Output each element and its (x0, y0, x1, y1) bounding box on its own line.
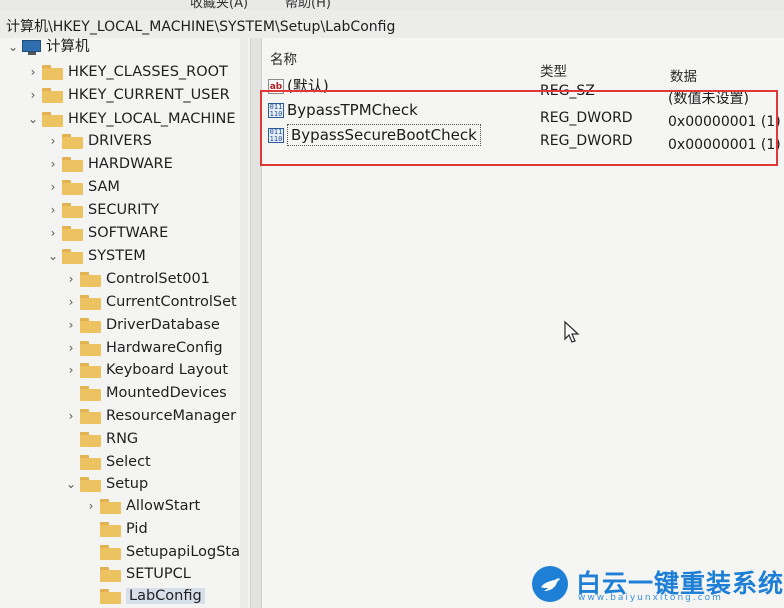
tree-node-keyboardlayout[interactable]: › Keyboard Layout (64, 359, 228, 381)
tree-node-resourcemanager[interactable]: › ResourceManager (64, 405, 236, 427)
chevron-right-icon[interactable]: › (46, 199, 60, 221)
folder-icon (100, 588, 122, 604)
folder-icon (80, 271, 102, 287)
chevron-right-icon[interactable]: › (64, 314, 78, 336)
address-bar[interactable]: 计算机\HKEY_LOCAL_MACHINE\SYSTEM\Setup\LabC… (0, 10, 784, 39)
tree-node-currentcontrolset[interactable]: › CurrentControlSet (64, 291, 237, 313)
mouse-cursor-icon (563, 320, 581, 348)
tree-node-hardwareconfig[interactable]: › HardwareConfig (64, 337, 223, 359)
tree-node-rng[interactable]: RNG (64, 428, 138, 450)
address-path[interactable]: 计算机\HKEY_LOCAL_MACHINE\SYSTEM\Setup\LabC… (6, 16, 395, 36)
chevron-right-icon[interactable]: › (64, 405, 78, 427)
folder-icon (62, 248, 84, 264)
chevron-right-icon[interactable]: › (26, 61, 40, 83)
folder-icon (62, 179, 84, 195)
menu-bar: 收藏夹(A) 帮助(H) (0, 0, 784, 10)
tree-node-hkcu[interactable]: › HKEY_CURRENT_USER (26, 84, 230, 106)
chevron-right-icon[interactable]: › (64, 268, 78, 290)
chevron-down-icon[interactable]: ⌄ (46, 245, 60, 267)
folder-icon (80, 317, 102, 333)
computer-icon (22, 39, 42, 55)
folder-icon (62, 225, 84, 241)
tree-scrollbar[interactable] (240, 38, 248, 608)
menu-favorites[interactable]: 收藏夹(A) (190, 0, 248, 10)
chevron-down-icon[interactable]: ⌄ (6, 38, 20, 58)
folder-icon (80, 476, 102, 492)
folder-icon (62, 133, 84, 149)
tree-node-security[interactable]: › SECURITY (46, 199, 159, 221)
folder-icon (62, 202, 84, 218)
chevron-right-icon[interactable]: › (64, 359, 78, 381)
bird-logo-icon (532, 566, 568, 602)
chevron-down-icon[interactable]: ⌄ (26, 108, 40, 130)
tree-node-allowstart[interactable]: › AllowStart (84, 495, 200, 517)
tree-node-hardware[interactable]: › HARDWARE (46, 153, 173, 175)
chevron-down-icon[interactable]: ⌄ (64, 473, 78, 495)
chevron-right-icon[interactable]: › (46, 222, 60, 244)
folder-icon (42, 111, 64, 127)
chevron-right-icon[interactable]: › (26, 84, 40, 106)
tree-node-setupcl[interactable]: SETUPCL (84, 563, 191, 585)
tree-node-select[interactable]: Select (64, 451, 151, 473)
tree-node-hklm[interactable]: ⌄ HKEY_LOCAL_MACHINE (26, 108, 236, 130)
chevron-right-icon[interactable]: › (64, 291, 78, 313)
tree-node-mounteddevices[interactable]: MountedDevices (64, 382, 227, 404)
chevron-right-icon[interactable]: › (46, 153, 60, 175)
watermark-url: www.baiyunxitong.com (578, 593, 723, 603)
folder-icon (80, 294, 102, 310)
tree-node-setupapilogstatus[interactable]: SetupapiLogSta (84, 541, 240, 563)
tree-node-driverdatabase[interactable]: › DriverDatabase (64, 314, 220, 336)
folder-icon (42, 64, 64, 80)
red-highlight-box (260, 90, 778, 166)
tree-node-system[interactable]: ⌄ SYSTEM (46, 245, 146, 267)
tree-node-sam[interactable]: › SAM (46, 176, 120, 198)
tree-node-controlset001[interactable]: › ControlSet001 (64, 268, 210, 290)
chevron-right-icon[interactable]: › (46, 130, 60, 152)
registry-tree: ⌄ 计算机 › HKEY_CLASSES_ROOT › HKEY_CURRENT_US… (0, 38, 250, 608)
folder-icon (100, 498, 122, 514)
chevron-right-icon[interactable]: › (84, 495, 98, 517)
tree-node-computer[interactable]: ⌄ 计算机 (6, 38, 90, 58)
chevron-right-icon[interactable]: › (46, 176, 60, 198)
watermark: 白云一键重装系统 www.baiyunxitong.com (526, 560, 784, 608)
folder-icon (80, 454, 102, 470)
folder-icon (80, 408, 102, 424)
folder-icon (100, 544, 122, 560)
folder-icon (100, 521, 122, 537)
folder-icon (100, 566, 122, 582)
folder-icon (42, 87, 64, 103)
menu-help[interactable]: 帮助(H) (285, 0, 331, 10)
column-header-name[interactable]: 名称 (270, 48, 297, 68)
tree-node-software[interactable]: › SOFTWARE (46, 222, 168, 244)
tree-node-labconfig[interactable]: LabConfig (84, 585, 205, 607)
tree-node-drivers[interactable]: › DRIVERS (46, 130, 152, 152)
chevron-right-icon[interactable]: › (64, 337, 78, 359)
folder-icon (80, 340, 102, 356)
tree-node-pid[interactable]: Pid (84, 518, 148, 540)
folder-icon (80, 385, 102, 401)
tree-node-setup[interactable]: ⌄ Setup (64, 473, 148, 495)
folder-icon (62, 156, 84, 172)
folder-icon (80, 431, 102, 447)
tree-node-hkcr[interactable]: › HKEY_CLASSES_ROOT (26, 61, 228, 83)
folder-icon (80, 362, 102, 378)
